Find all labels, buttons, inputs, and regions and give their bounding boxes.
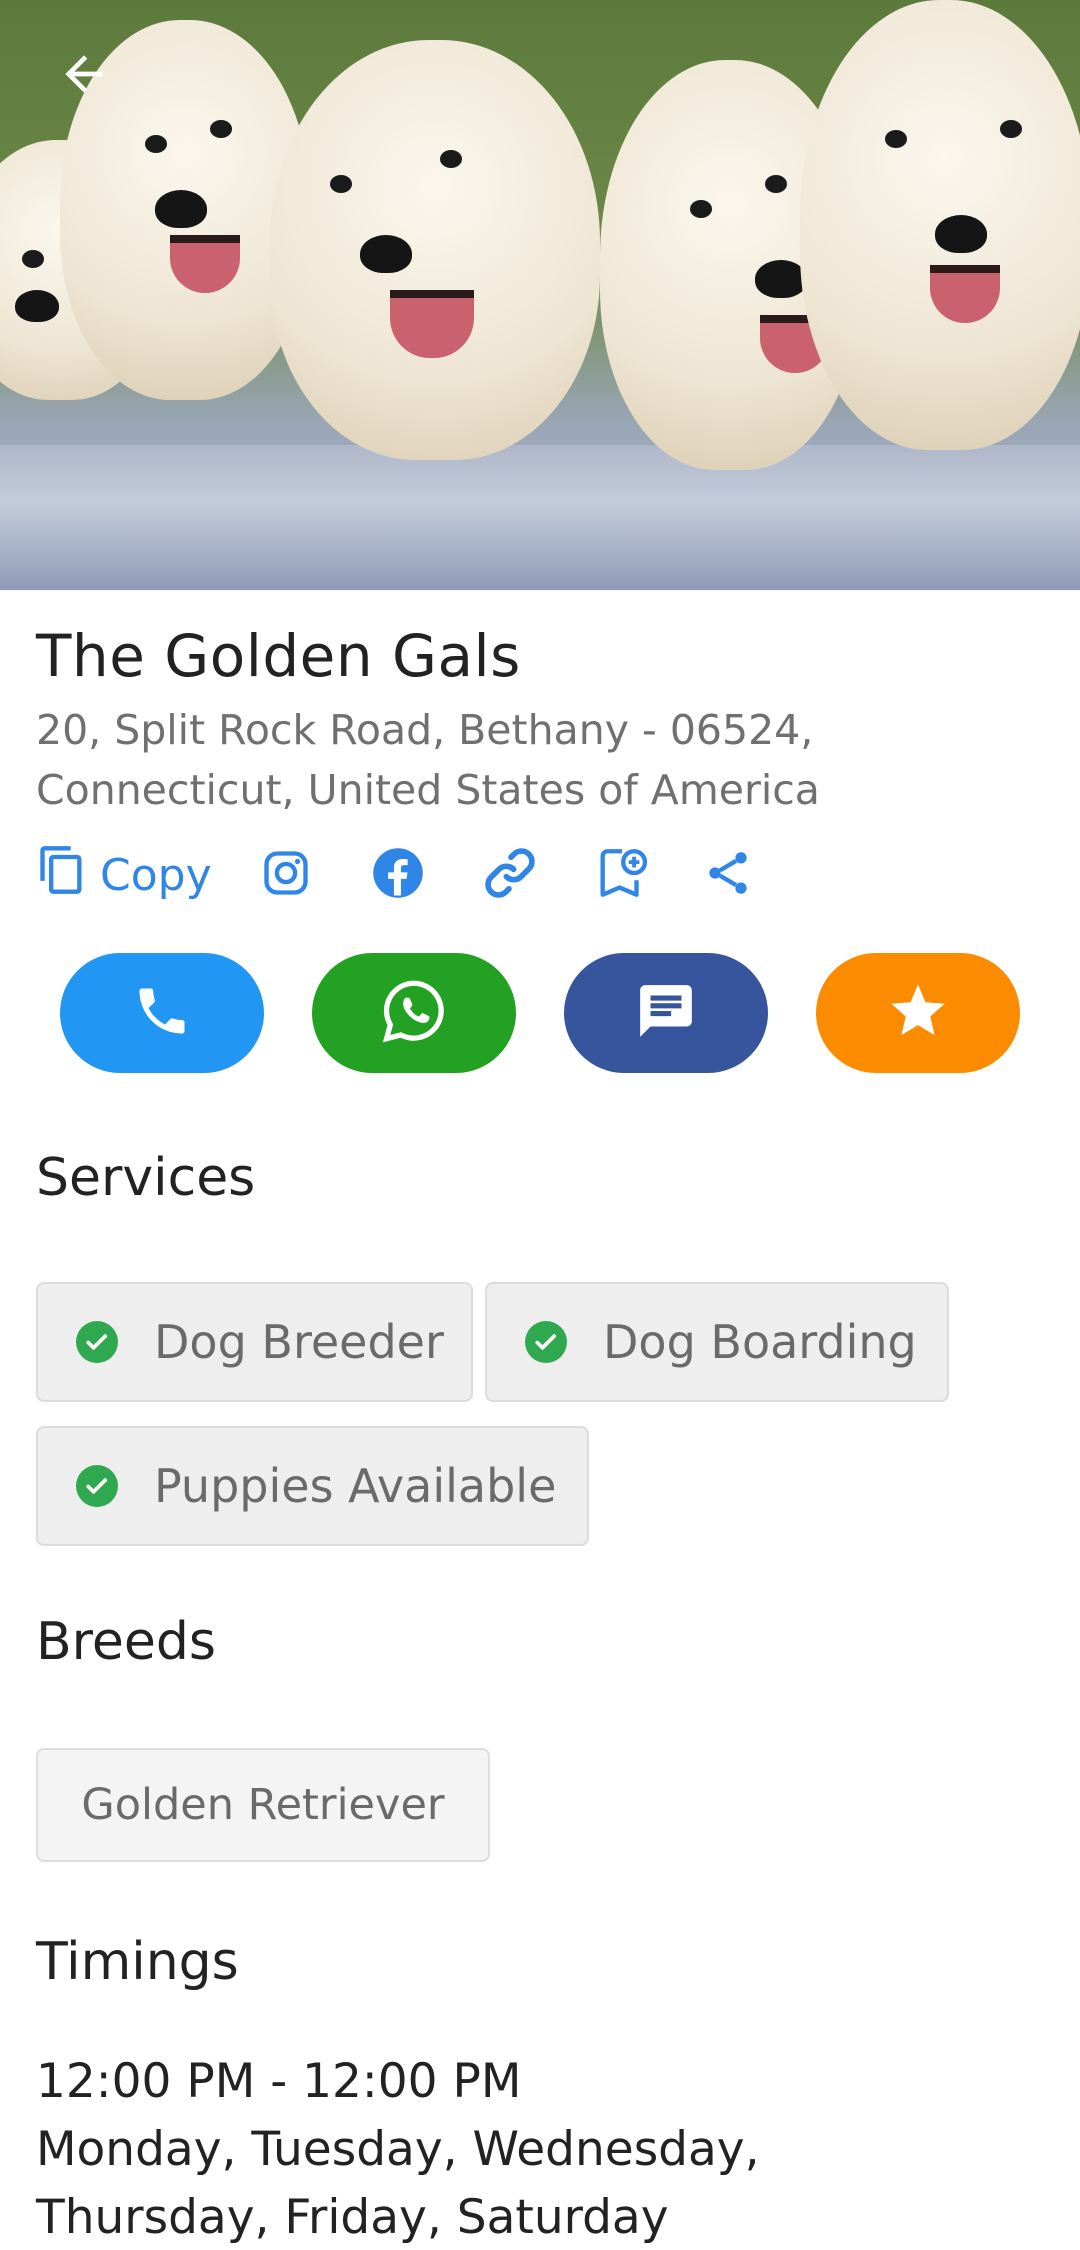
review-button[interactable] xyxy=(816,953,1020,1073)
share-button[interactable] xyxy=(698,845,758,905)
copy-label: Copy xyxy=(100,849,212,901)
message-button[interactable] xyxy=(564,953,768,1073)
timing-days-line-2: Thursday, Friday, Saturday xyxy=(36,2190,669,2245)
business-name: The Golden Gals xyxy=(36,622,521,690)
instagram-icon xyxy=(260,847,312,903)
link-icon xyxy=(479,842,541,908)
instagram-button[interactable] xyxy=(256,845,316,905)
business-address: 20, Split Rock Road, Bethany - 06524, Co… xyxy=(36,700,1036,820)
whatsapp-button[interactable] xyxy=(312,953,516,1073)
service-label: Dog Boarding xyxy=(603,1315,917,1369)
save-button[interactable] xyxy=(592,845,652,905)
whatsapp-icon xyxy=(379,976,449,1050)
action-row: Copy xyxy=(36,840,758,910)
check-circle-icon xyxy=(76,1465,118,1507)
service-label: Dog Breeder xyxy=(154,1315,444,1369)
arrow-left-icon xyxy=(56,46,112,106)
address-line-1: 20, Split Rock Road, Bethany - 06524, xyxy=(36,706,814,754)
puppy-shape xyxy=(800,0,1080,450)
timing-hours: 12:00 PM - 12:00 PM xyxy=(36,2054,522,2109)
check-circle-icon xyxy=(76,1321,118,1363)
copy-icon xyxy=(36,842,88,909)
phone-icon xyxy=(132,981,192,1045)
back-button[interactable] xyxy=(52,44,116,108)
star-icon xyxy=(886,979,950,1047)
facebook-icon xyxy=(371,846,425,904)
puppy-shape xyxy=(270,40,600,460)
copy-button[interactable]: Copy xyxy=(36,842,212,909)
breeds-title: Breeds xyxy=(36,1612,216,1672)
message-icon xyxy=(635,980,697,1046)
call-button[interactable] xyxy=(60,953,264,1073)
service-chip: Dog Breeder xyxy=(36,1282,473,1402)
timing-days-line-1: Monday, Tuesday, Wednesday, xyxy=(36,2122,760,2177)
service-chip: Puppies Available xyxy=(36,1426,589,1546)
address-line-2: Connecticut, United States of America xyxy=(36,766,820,814)
photo-tray xyxy=(0,445,1080,590)
share-icon xyxy=(702,847,754,903)
hero-photo xyxy=(0,0,1080,590)
breed-chip: Golden Retriever xyxy=(36,1748,490,1862)
website-link-button[interactable] xyxy=(480,845,540,905)
service-chip: Dog Boarding xyxy=(485,1282,949,1402)
service-label: Puppies Available xyxy=(154,1459,557,1513)
bookmark-add-icon xyxy=(593,844,651,906)
check-circle-icon xyxy=(525,1321,567,1363)
services-title: Services xyxy=(36,1148,256,1208)
contact-buttons xyxy=(60,953,1020,1073)
timings-title: Timings xyxy=(36,1932,239,1992)
facebook-button[interactable] xyxy=(368,845,428,905)
